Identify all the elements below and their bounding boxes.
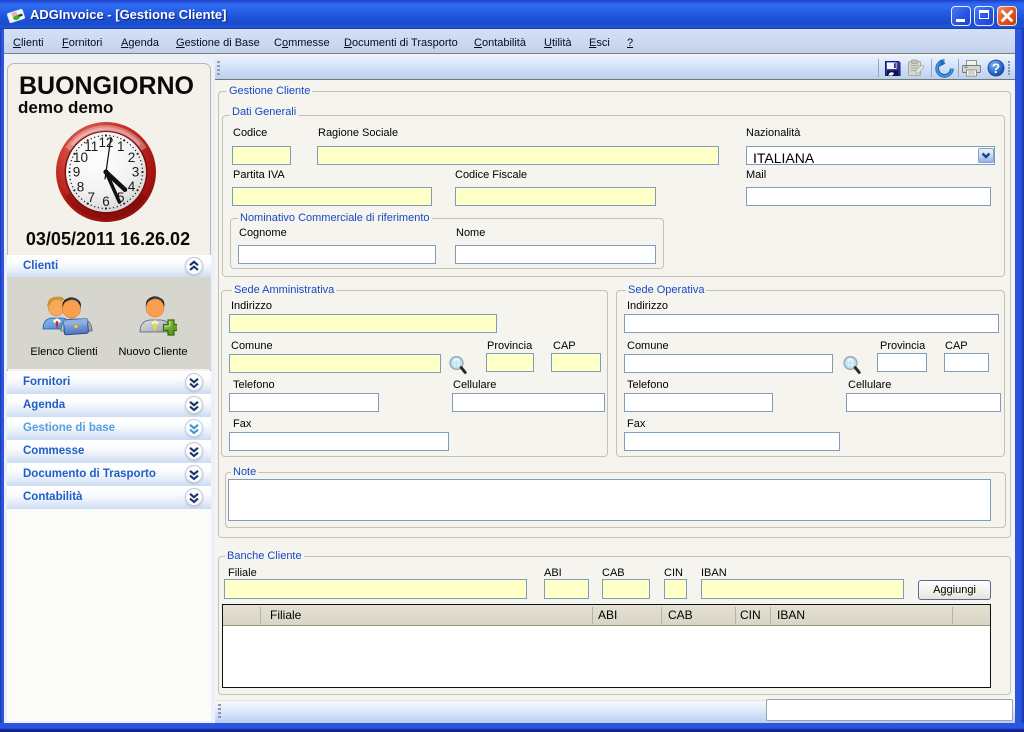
svg-text:8: 8 — [77, 179, 85, 194]
svg-text:2: 2 — [128, 150, 136, 165]
svg-text:3: 3 — [132, 165, 140, 180]
svg-text:?: ? — [992, 61, 1000, 76]
svg-text:9: 9 — [73, 165, 81, 180]
svg-text:1: 1 — [117, 139, 125, 154]
svg-text:6: 6 — [102, 194, 110, 209]
svg-text:7: 7 — [87, 190, 95, 205]
svg-text:4: 4 — [128, 179, 136, 194]
svg-text:11: 11 — [84, 139, 98, 154]
